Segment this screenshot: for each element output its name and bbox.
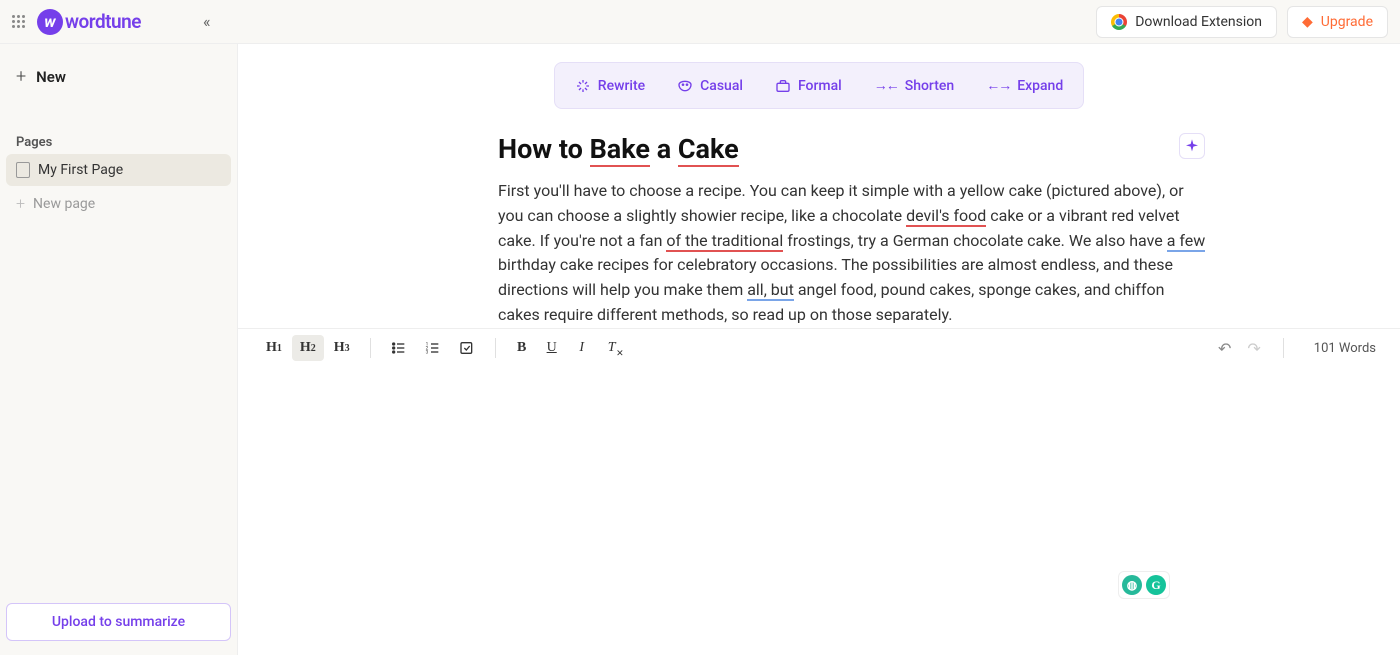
app-grid-icon[interactable] (12, 15, 25, 28)
document-editor[interactable]: How to Bake a Cake First you'll have to … (238, 133, 1400, 328)
page-icon (16, 162, 30, 178)
shorten-label: Shorten (905, 78, 954, 94)
logo-text: wordtune (65, 10, 141, 33)
document-paragraph[interactable]: First you'll have to choose a recipe. Yo… (498, 179, 1210, 328)
mask-icon (677, 78, 693, 94)
page-item-label: My First Page (38, 162, 123, 178)
formal-label: Formal (798, 78, 842, 94)
bullet-list-icon (391, 340, 407, 356)
diamond-icon: ◆ (1302, 14, 1313, 30)
document-title[interactable]: How to Bake a Cake (498, 133, 1210, 165)
pages-heading: Pages (6, 131, 231, 154)
main-content: Rewrite Casual Formal →← Shorten (238, 44, 1400, 655)
upgrade-button[interactable]: ◆ Upgrade (1287, 6, 1388, 38)
download-label: Download Extension (1135, 14, 1262, 30)
new-page-button[interactable]: + New page (6, 186, 231, 221)
bullet-list-button[interactable] (383, 335, 415, 361)
underline-button[interactable]: U (538, 335, 566, 361)
header: w wordtune « Download Extension ◆ Upgrad… (0, 0, 1400, 44)
h2-button[interactable]: H2 (292, 335, 324, 361)
plus-icon: + (16, 194, 25, 213)
word-count: 101 Words (1314, 341, 1376, 356)
divider (1283, 338, 1284, 358)
new-label: New (36, 68, 66, 86)
plus-icon: + (16, 66, 26, 87)
upload-button[interactable]: Upload to summarize (6, 603, 231, 641)
sidebar: + New Pages My First Page + New page Upl… (0, 44, 238, 655)
numbered-list-button[interactable]: 123 (417, 335, 449, 361)
redo-button[interactable]: ↷ (1243, 335, 1264, 362)
bulb-icon: ◍ (1122, 575, 1142, 595)
sparkle-icon (575, 78, 591, 94)
briefcase-icon (775, 78, 791, 94)
bold-button[interactable]: B (508, 335, 536, 361)
casual-button[interactable]: Casual (661, 67, 759, 104)
rewrite-label: Rewrite (598, 78, 645, 94)
svg-text:3: 3 (425, 350, 428, 356)
grammarly-icon: G (1146, 575, 1166, 595)
format-toolbar: H1 H2 H3 123 B U I T✕ ↶ (238, 328, 1400, 368)
h1-button[interactable]: H1 (258, 335, 290, 361)
clear-format-button[interactable]: T✕ (598, 335, 626, 361)
checklist-icon (459, 340, 475, 356)
ai-spark-button[interactable] (1179, 133, 1205, 159)
new-page-label: New page (33, 196, 95, 212)
undo-button[interactable]: ↶ (1214, 335, 1235, 362)
formal-button[interactable]: Formal (759, 67, 858, 104)
chrome-icon (1111, 14, 1127, 30)
divider (495, 338, 496, 358)
expand-label: Expand (1017, 78, 1063, 94)
upgrade-label: Upgrade (1321, 14, 1373, 30)
divider (370, 338, 371, 358)
download-extension-button[interactable]: Download Extension (1096, 6, 1277, 38)
italic-button[interactable]: I (568, 335, 596, 361)
collapse-sidebar-icon[interactable]: « (203, 12, 211, 31)
action-bar: Rewrite Casual Formal →← Shorten (554, 62, 1084, 109)
numbered-list-icon: 123 (425, 340, 441, 356)
star-icon (1184, 138, 1200, 154)
checklist-button[interactable] (451, 335, 483, 361)
shorten-button[interactable]: →← Shorten (858, 67, 970, 104)
expand-button[interactable]: ←→ Expand (970, 67, 1079, 104)
rewrite-button[interactable]: Rewrite (559, 67, 661, 104)
new-button[interactable]: + New (6, 58, 231, 95)
expand-icon: ←→ (986, 77, 1010, 94)
page-item[interactable]: My First Page (6, 154, 231, 186)
casual-label: Casual (700, 78, 743, 94)
h3-button[interactable]: H3 (326, 335, 358, 361)
grammarly-widget[interactable]: ◍ G (1118, 571, 1170, 599)
shorten-icon: →← (874, 77, 898, 94)
logo[interactable]: w wordtune (37, 9, 141, 35)
